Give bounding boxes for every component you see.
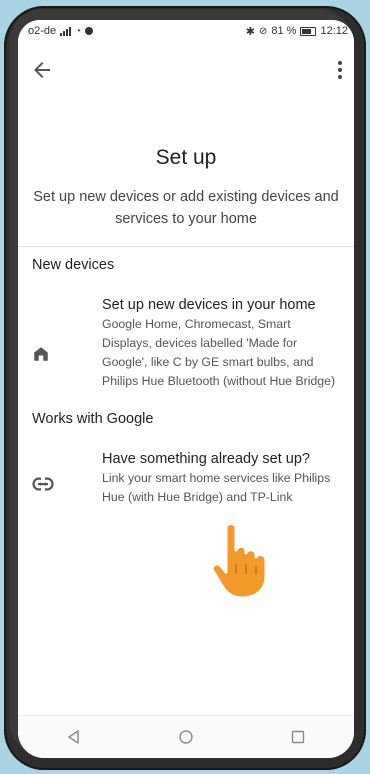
link-icon (32, 477, 54, 496)
item-description: Google Home, Chromecast, Smart Displays,… (102, 317, 336, 388)
nav-recents-icon[interactable] (278, 722, 318, 752)
nav-home-icon[interactable] (166, 722, 206, 752)
item-title: Set up new devices in your home (102, 297, 316, 313)
item-title: Have something already set up? (102, 451, 310, 467)
setup-new-devices-item[interactable]: Set up new devices in your home Google H… (18, 295, 354, 391)
mute-icon: ⊘ (259, 25, 268, 37)
app-bar (18, 42, 354, 98)
status-bar: o2-de ◔ ✱ ⊘ 81 % 12:12 (18, 20, 354, 42)
divider (18, 246, 354, 247)
battery-percent: 81 % (271, 25, 297, 37)
battery-icon (300, 26, 317, 36)
wifi-icon: ◔ (75, 25, 82, 37)
home-icon (32, 345, 50, 368)
bluetooth-icon: ✱ (245, 25, 255, 38)
page-subtitle: Set up new devices or add existing devic… (33, 189, 339, 227)
section-header-new-devices: New devices (32, 257, 115, 273)
section-header-works-with-google: Works with Google (32, 411, 154, 427)
signal-icon (60, 26, 72, 36)
phone-screen: o2-de ◔ ✱ ⊘ 81 % 12:12 Set up Set up new… (18, 20, 354, 758)
nav-back-icon[interactable] (54, 722, 94, 752)
pointing-hand-icon (210, 522, 268, 600)
carrier-label: o2-de (28, 25, 57, 37)
clock: 12:12 (320, 25, 348, 37)
item-description: Link your smart home services like Phili… (102, 471, 331, 504)
more-options-icon[interactable] (330, 58, 350, 82)
back-arrow-icon[interactable] (30, 58, 54, 82)
system-nav-bar (18, 715, 354, 758)
page-title: Set up (155, 146, 217, 169)
notification-icon (85, 27, 94, 35)
link-existing-services-item[interactable]: Have something already set up? Link your… (18, 449, 354, 507)
